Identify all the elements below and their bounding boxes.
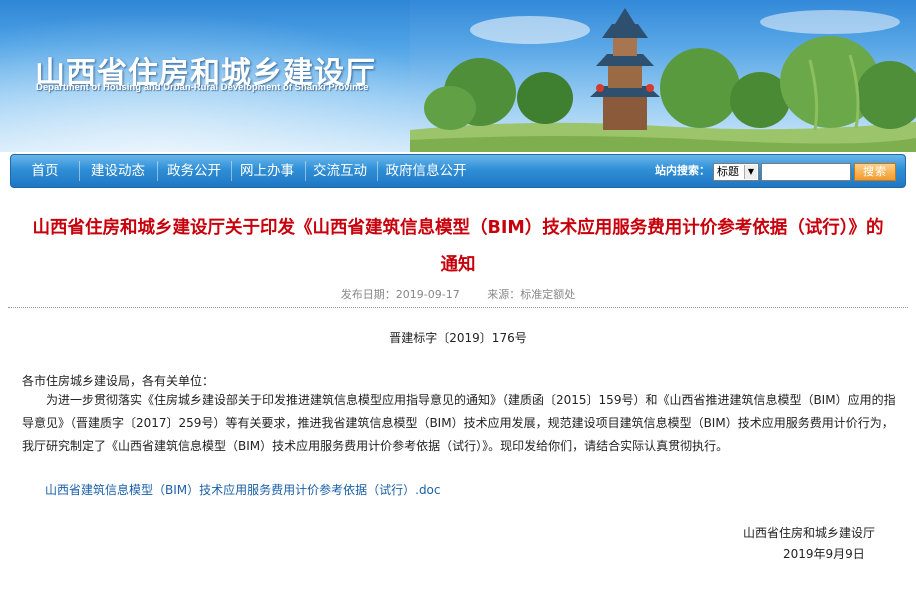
banner-scenery-image [410,0,916,152]
document-number: 晋建标字〔2019〕176号 [389,331,527,345]
nav-item-gov-info-disclosure[interactable]: 政府信息公开 [378,155,474,187]
nav-item-online-services[interactable]: 网上办事 [231,155,303,187]
main-nav-bar: 首页 建设动态 政务公开 网上办事 交流互动 政府信息公开 站内搜索： 标题 ▼… [10,154,906,188]
attachment-link[interactable]: 山西省建筑信息模型（BIM）技术应用服务费用计价参考依据（试行）.doc [45,481,441,498]
nav-item-government-affairs[interactable]: 政务公开 [159,155,229,187]
article-source: 来源：标准定额处 [487,288,576,301]
site-subtitle: Department of Housing and Urban-Rural De… [36,82,369,93]
nav-item-construction-news[interactable]: 建设动态 [83,155,153,187]
signature-organization: 山西省住房和城乡建设厅 [743,526,876,540]
article-title-line-2: 通知 [440,255,476,275]
search-scope-select[interactable]: 标题 ▼ [713,163,759,181]
article-title: 山西省住房和城乡建设厅关于印发《山西省建筑信息模型（BIM）技术应用服务费用计价… [0,210,916,284]
site-banner: 山西省住房和城乡建设厅 Department of Housing and Ur… [0,0,916,152]
nav-separator [79,161,80,181]
nav-separator [157,161,158,181]
article-meta: 发布日期：2019-09-17 来源：标准定额处 [0,286,916,302]
article-title-line-1: 山西省住房和城乡建设厅关于印发《山西省建筑信息模型（BIM）技术应用服务费用计价… [32,218,884,238]
search-label: 站内搜索： [655,164,710,177]
search-scope-value: 标题 [717,165,739,178]
nav-item-interaction[interactable]: 交流互动 [304,155,376,187]
search-button[interactable]: 搜索 [854,163,896,181]
publish-date: 发布日期：2019-09-17 [340,288,460,301]
title-divider [8,307,908,308]
signature-date: 2019年9月9日 [783,547,865,561]
salutation: 各市住房城乡建设局，各有关单位： [22,374,215,388]
article-body: 为进一步贯彻落实《住房城乡建设部关于印发推进建筑信息模型应用指导意见的通知》（建… [22,393,896,453]
dropdown-arrow-icon: ▼ [744,165,757,179]
nav-item-home[interactable]: 首页 [15,155,75,187]
search-input[interactable] [761,163,851,181]
